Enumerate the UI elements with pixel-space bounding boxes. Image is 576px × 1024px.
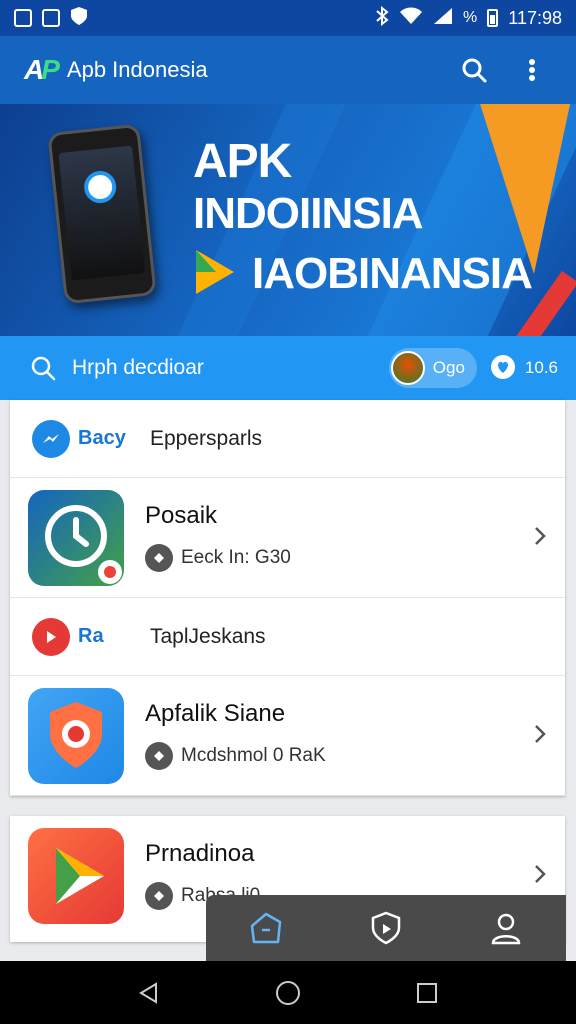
list-item[interactable]: Apfalik Siane Mcdshmol 0 RaK — [10, 676, 565, 796]
app-name: Apfalik Siane — [145, 700, 286, 727]
status-bar: % 117:98 — [0, 0, 576, 36]
tab-profile[interactable] — [481, 903, 531, 953]
search-button[interactable] — [454, 50, 494, 90]
search-input[interactable]: Hrph decdioar — [72, 356, 389, 380]
tag-icon — [145, 544, 173, 572]
square-recents-icon — [416, 982, 437, 1003]
clock-app-icon — [28, 490, 124, 586]
circle-home-icon — [275, 980, 300, 1005]
bottom-tab-bar — [206, 895, 566, 961]
list-item[interactable]: Ra TaplJeskans — [10, 598, 565, 676]
nav-back-button[interactable] — [129, 973, 169, 1013]
promo-banner[interactable]: APK INDOIINSIA IAOBINANSIA — [0, 104, 576, 336]
user-chip[interactable]: Ogo — [388, 348, 477, 388]
signal-label: % — [463, 9, 478, 26]
messenger-icon — [32, 419, 70, 458]
system-nav-bar — [0, 961, 576, 1024]
app-logo: AP — [24, 54, 60, 85]
chevron-right-icon — [535, 725, 546, 743]
chat-heart-icon — [490, 355, 515, 379]
app-title: Apb Indonesia — [66, 57, 208, 82]
likes-count: 10.6 — [524, 358, 558, 377]
banner-line-3: IAOBINANSIA — [252, 249, 533, 298]
signal-icon — [433, 7, 453, 30]
chevron-right-icon — [535, 527, 546, 545]
image-notification-icon — [14, 9, 32, 27]
list-item-label: Eppersparls — [150, 426, 263, 450]
list-item-label: TaplJeskans — [150, 624, 266, 648]
play-store-icon — [196, 250, 234, 294]
list-item-brand: Ra — [78, 625, 104, 647]
tab-security[interactable] — [361, 903, 411, 953]
shield-notification-icon — [70, 6, 88, 31]
wifi-icon — [399, 7, 423, 30]
app-list-card: Bacy Eppersparls Posaik Eeck In: G30 Ra … — [10, 400, 565, 796]
play-store-icon — [28, 828, 124, 924]
shield-icon — [371, 911, 401, 945]
app-meta: Eeck In: G30 — [145, 544, 291, 572]
likes-counter[interactable]: 10.6 — [489, 354, 558, 382]
search-icon — [31, 356, 56, 381]
status-time: 117:98 — [508, 7, 562, 28]
battery-icon — [487, 9, 499, 27]
search-icon — [462, 58, 487, 83]
banner-line-2: INDOIINSIA — [193, 189, 424, 238]
more-vert-icon — [529, 59, 535, 81]
list-item[interactable]: Bacy Eppersparls — [10, 400, 565, 478]
tag-icon — [145, 882, 173, 910]
list-item[interactable]: Posaik Eeck In: G30 — [10, 478, 565, 598]
status-notifications — [14, 6, 88, 31]
user-icon — [491, 913, 521, 945]
status-system: % 117:98 — [375, 5, 562, 31]
app-bar: AP Apb Indonesia — [0, 36, 576, 104]
shield-app-icon — [28, 688, 124, 784]
tab-home[interactable] — [241, 903, 291, 953]
search-bar[interactable]: Hrph decdioar Ogo 10.6 — [0, 336, 576, 400]
avatar — [390, 351, 425, 385]
nav-recents-button[interactable] — [407, 973, 447, 1013]
tag-icon — [145, 742, 173, 770]
app-name: Posaik — [145, 502, 218, 529]
phone-illustration — [47, 123, 157, 305]
media-notification-icon — [42, 9, 60, 27]
chevron-right-icon — [535, 865, 546, 883]
app-meta: Mcdshmol 0 RaK — [145, 742, 326, 770]
banner-line-1: APK — [193, 135, 292, 188]
back-icon — [139, 981, 158, 1004]
app-name: Prnadinoa — [145, 840, 255, 867]
user-chip-label: Ogo — [432, 358, 465, 377]
play-circle-icon — [32, 617, 70, 656]
overflow-menu-button[interactable] — [512, 50, 552, 90]
bluetooth-icon — [375, 5, 389, 31]
home-icon — [250, 912, 282, 944]
nav-home-button[interactable] — [268, 973, 308, 1013]
list-item-brand: Bacy — [78, 427, 126, 449]
